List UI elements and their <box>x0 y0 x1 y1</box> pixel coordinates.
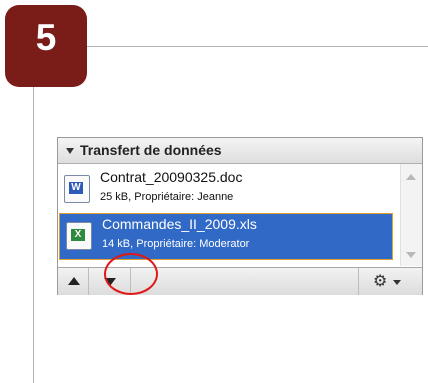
move-up-button[interactable] <box>58 268 89 295</box>
file-list-item[interactable]: W Contrat_20090325.doc 25 kB, Propriétai… <box>58 167 398 211</box>
file-meta: 25 kB, Propriétaire: Jeanne <box>100 191 234 203</box>
scroll-down-arrow-icon[interactable] <box>406 252 416 258</box>
settings-menu-button[interactable]: ⚙ <box>358 268 423 295</box>
divider-left <box>33 87 34 383</box>
file-name: Contrat_20090325.doc <box>100 169 243 185</box>
divider-top <box>87 46 428 47</box>
excel-xls-icon: X <box>66 222 92 250</box>
panel-header[interactable]: Transfert de données <box>58 138 422 164</box>
word-doc-icon: W <box>64 175 90 203</box>
gear-icon: ⚙ <box>373 271 388 290</box>
file-list-item-selected[interactable]: X Commandes_II_2009.xls 14 kB, Propriéta… <box>59 213 393 260</box>
step-badge: 5 <box>5 5 87 87</box>
step-number: 5 <box>35 17 57 58</box>
list-scrollbar[interactable] <box>400 164 422 266</box>
chevron-down-icon <box>393 280 401 285</box>
scroll-up-arrow-icon[interactable] <box>406 174 416 180</box>
arrow-up-icon <box>68 277 80 285</box>
file-name: Commandes_II_2009.xls <box>102 216 257 232</box>
highlight-circle <box>104 253 158 295</box>
collapse-triangle-icon[interactable] <box>66 148 74 154</box>
file-meta: 14 kB, Propriétaire: Moderator <box>102 238 250 250</box>
file-list: W Contrat_20090325.doc 25 kB, Propriétai… <box>58 164 400 266</box>
panel-title: Transfert de données <box>80 142 222 158</box>
